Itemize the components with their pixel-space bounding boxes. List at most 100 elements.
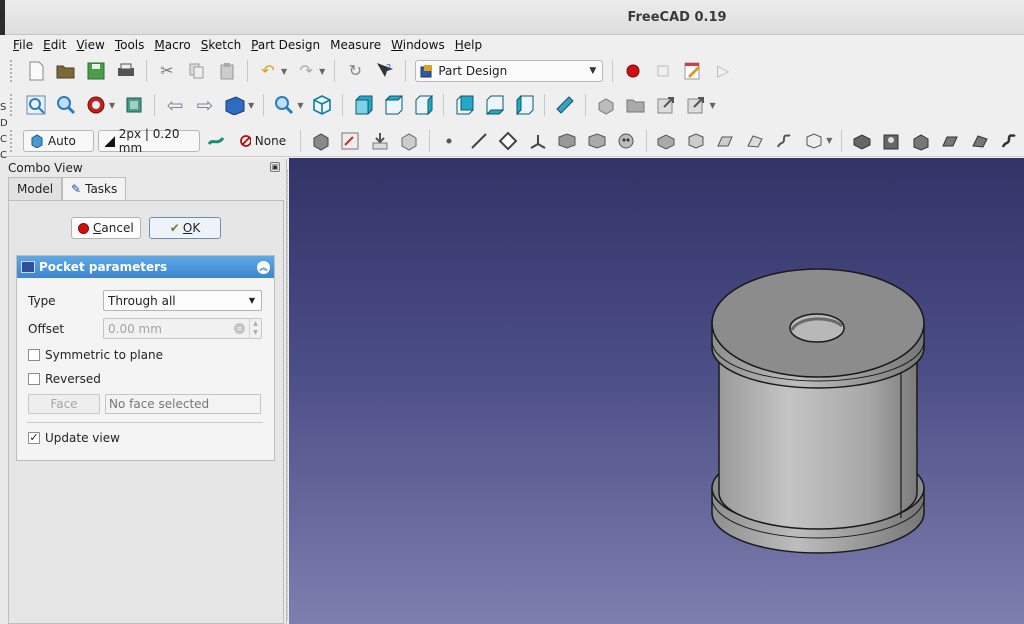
create-sketch-icon[interactable] (338, 128, 363, 154)
additive-helix-icon[interactable] (771, 128, 796, 154)
chevron-down-icon[interactable]: ▼ (281, 67, 287, 76)
tab-tasks[interactable]: ✎ Tasks (62, 177, 127, 201)
groove-icon[interactable] (908, 128, 933, 154)
create-part-icon[interactable] (593, 92, 619, 118)
symmetric-checkbox[interactable] (28, 349, 40, 361)
arrow-right-icon[interactable]: ⇨ (192, 92, 218, 118)
datum-point-icon[interactable] (437, 128, 462, 154)
selection-filter-button[interactable]: None (233, 130, 293, 152)
fit-all-icon[interactable] (23, 92, 49, 118)
chevron-down-icon[interactable]: ▼ (826, 136, 832, 145)
draw-style-button[interactable]: Auto (22, 129, 94, 152)
record-macro-icon[interactable] (620, 58, 646, 84)
chevron-down-icon[interactable]: ▼ (709, 101, 715, 110)
revolution-icon[interactable] (683, 128, 708, 154)
float-panel-icon[interactable]: ▣ (270, 162, 280, 172)
menu-edit[interactable]: Edit (38, 38, 71, 52)
refresh-icon[interactable]: ↻ (342, 58, 368, 84)
subtractive-pipe-icon[interactable] (967, 128, 992, 154)
save-icon[interactable] (83, 58, 109, 84)
datum-line-icon[interactable] (466, 128, 491, 154)
sub-shape-binder-icon[interactable] (584, 128, 609, 154)
bottom-view-icon[interactable] (481, 92, 507, 118)
menu-view[interactable]: View (71, 38, 109, 52)
additive-loft-icon[interactable] (713, 128, 738, 154)
new-document-icon[interactable] (23, 58, 49, 84)
undo-icon[interactable]: ↶ (255, 58, 281, 84)
toolbar-grip[interactable] (10, 129, 15, 152)
menu-part-design[interactable]: Part Design (246, 38, 325, 52)
run-macro-icon[interactable]: ▷ (710, 58, 736, 84)
left-view-icon[interactable] (511, 92, 537, 118)
cut-icon[interactable]: ✂ (154, 58, 180, 84)
chevron-down-icon[interactable]: ▼ (319, 67, 325, 76)
chevron-down-icon[interactable]: ▼ (109, 101, 115, 110)
print-icon[interactable] (113, 58, 139, 84)
stop-macro-icon[interactable] (650, 58, 676, 84)
menu-macro[interactable]: Macro (149, 38, 195, 52)
chevron-down-icon[interactable]: ▼ (248, 101, 254, 110)
paste-icon[interactable] (214, 58, 240, 84)
menu-tools[interactable]: Tools (110, 38, 150, 52)
collapse-icon[interactable]: ︽ (257, 260, 270, 274)
zoom-icon[interactable] (271, 92, 297, 118)
local-coordinate-system-icon[interactable] (525, 128, 550, 154)
menu-sketch[interactable]: Sketch (196, 38, 246, 52)
offset-input[interactable]: 0.00 mm = ▲ ▼ (103, 318, 262, 339)
datum-plane-icon[interactable] (496, 128, 521, 154)
face-button[interactable]: Face (28, 394, 100, 414)
fit-selection-icon[interactable] (53, 92, 79, 118)
line-width-button[interactable]: 2px | 0.20 mm (97, 127, 200, 155)
clone-icon[interactable] (613, 128, 638, 154)
spin-arrows-icon[interactable]: ▲ ▼ (249, 319, 261, 338)
hole-icon[interactable] (879, 128, 904, 154)
chevron-down-icon[interactable]: ▼ (297, 101, 303, 110)
rear-view-icon[interactable] (451, 92, 477, 118)
toolbar-grip[interactable] (10, 94, 15, 116)
whats-this-icon[interactable]: ? (372, 58, 398, 84)
toolbar-grip[interactable] (10, 60, 15, 82)
menu-windows[interactable]: Windows (386, 38, 450, 52)
arrow-left-icon[interactable]: ⇦ (162, 92, 188, 118)
cancel-button[interactable]: Cancel (71, 217, 141, 239)
additive-primitive-icon[interactable] (801, 128, 826, 154)
update-view-checkbox[interactable]: ✓ (28, 432, 40, 444)
front-view-icon[interactable] (350, 92, 376, 118)
reversed-checkbox[interactable] (28, 373, 40, 385)
top-view-icon[interactable] (380, 92, 406, 118)
link-icon[interactable] (653, 92, 679, 118)
edit-macro-icon[interactable] (680, 58, 706, 84)
menu-measure[interactable]: Measure (325, 38, 386, 52)
pocket-icon[interactable] (849, 128, 874, 154)
right-view-icon[interactable] (410, 92, 436, 118)
selection-view-icon[interactable] (204, 128, 229, 154)
spool-model[interactable] (289, 158, 1024, 624)
subtractive-loft-icon[interactable] (938, 128, 963, 154)
attach-sketch-icon[interactable] (367, 128, 392, 154)
link-actions-icon[interactable] (683, 92, 709, 118)
menu-help[interactable]: Help (450, 38, 487, 52)
standard-views-icon[interactable] (222, 92, 248, 118)
create-group-icon[interactable] (623, 92, 649, 118)
ok-button[interactable]: ✔ OK (149, 217, 221, 239)
expression-icon[interactable]: = (234, 323, 245, 334)
isometric-view-icon[interactable] (309, 92, 335, 118)
shape-binder-icon[interactable] (554, 128, 579, 154)
validate-sketch-icon[interactable] (396, 128, 421, 154)
type-select[interactable]: Through all ▼ (103, 290, 262, 311)
redo-icon[interactable]: ↷ (293, 58, 319, 84)
measure-distance-icon[interactable] (552, 92, 578, 118)
open-folder-icon[interactable] (53, 58, 79, 84)
bounding-box-icon[interactable] (121, 92, 147, 118)
3d-viewport[interactable] (289, 158, 1024, 624)
body-icon[interactable] (308, 128, 333, 154)
tab-model[interactable]: Model (8, 177, 63, 200)
menu-file[interactable]: File (8, 38, 38, 52)
draw-style-icon[interactable] (83, 92, 109, 118)
subtractive-helix-icon[interactable] (996, 128, 1021, 154)
copy-icon[interactable] (184, 58, 210, 84)
additive-pipe-icon[interactable] (742, 128, 767, 154)
pad-icon[interactable] (654, 128, 679, 154)
workbench-selector[interactable]: Part Design ▼ (415, 60, 604, 82)
pocket-parameters-header[interactable]: Pocket parameters ︽ (17, 256, 274, 278)
